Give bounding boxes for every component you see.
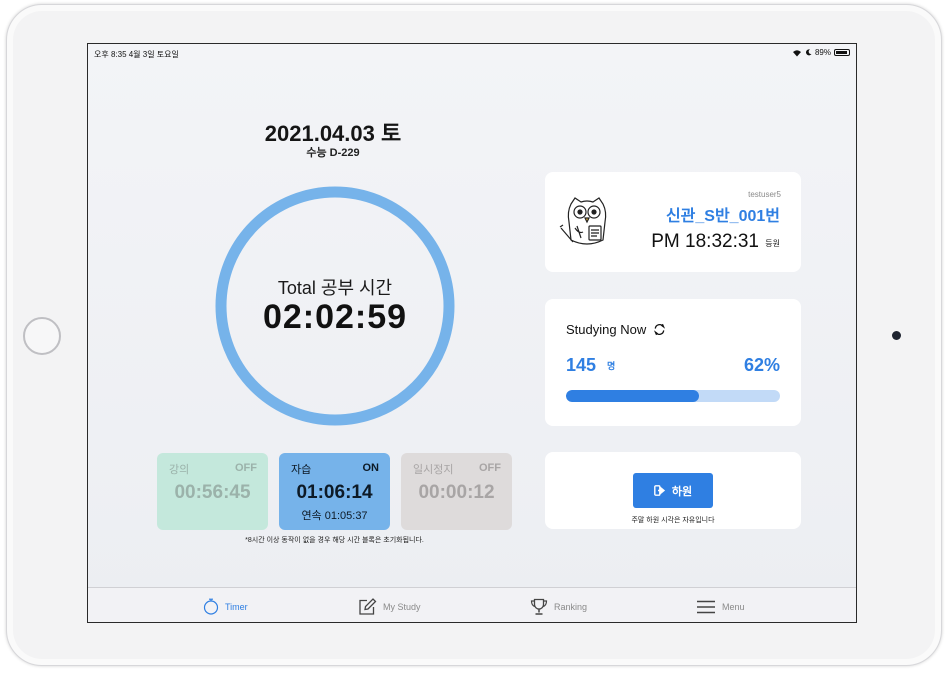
moon-icon	[805, 49, 812, 56]
studying-percent: 62%	[743, 355, 780, 375]
studying-progress-fill	[566, 390, 699, 402]
tab-menu[interactable]: Menu	[696, 588, 745, 622]
battery-percent: 89%	[814, 48, 831, 57]
status-time-date: 오후 8:35 4월 3일 토요일	[94, 50, 179, 59]
timer-time: 00:00:12	[418, 482, 495, 503]
tab-timer[interactable]: Timer	[203, 588, 248, 622]
checkout-note: 주말 하원 시각은 자유입니다	[631, 517, 715, 524]
home-button[interactable]	[23, 317, 61, 355]
timer-name: 일시정지	[413, 464, 454, 476]
checkin-label: 등원	[765, 239, 780, 248]
checkin-time: PM 18:32:31	[651, 231, 759, 252]
exam-dday: 수능 D-229	[306, 147, 360, 159]
hamburger-menu-icon	[697, 600, 715, 613]
timer-time: 01:06:14	[296, 482, 373, 503]
logout-icon	[653, 485, 665, 496]
stopwatch-icon	[203, 598, 219, 615]
tab-label: Menu	[722, 601, 745, 612]
checkout-button-label: 하원	[671, 485, 693, 498]
studying-now-card: Studying Now 145 명 62%	[545, 299, 801, 426]
profile-card: testuser5 신관_S반_001번 PM 18:32:31 등원	[545, 172, 801, 272]
wifi-icon	[792, 49, 801, 56]
owl-mascot-icon	[559, 197, 607, 245]
total-study-time: 02:02:59	[262, 298, 408, 336]
checkout-button[interactable]: 하원	[633, 473, 713, 508]
tab-label: My Study	[383, 601, 421, 612]
app-screen: 오후 8:35 4월 3일 토요일 89% 2021.04.03 토 수능 D-…	[87, 43, 857, 623]
tab-label: Ranking	[554, 601, 588, 612]
studying-progress-bar	[566, 390, 780, 402]
lecture-timer-box[interactable]: 강의 OFF 00:56:45	[157, 453, 268, 530]
timer-name: 자습	[291, 464, 312, 476]
total-study-label: Total 공부 시간	[277, 278, 393, 298]
studying-count: 145	[566, 355, 597, 375]
self-study-timer-box[interactable]: 자습 ON 01:06:14 연속 01:05:37	[279, 453, 390, 530]
refresh-icon[interactable]	[653, 323, 666, 336]
front-camera	[892, 331, 901, 340]
studying-now-header: Studying Now	[566, 322, 666, 337]
studying-now-title: Studying Now	[566, 322, 647, 337]
trophy-icon	[530, 598, 548, 615]
timer-name: 강의	[169, 464, 190, 476]
pencil-square-icon	[359, 597, 377, 615]
status-right: 89%	[792, 48, 850, 57]
timer-state: OFF	[235, 462, 257, 474]
bottom-tab-bar: Timer My Study Ranking Menu	[88, 587, 856, 622]
tab-my-study[interactable]: My Study	[358, 588, 421, 622]
status-bar: 오후 8:35 4월 3일 토요일 89%	[88, 44, 856, 64]
timer-state: ON	[362, 462, 380, 474]
reset-note: *8시간 이상 동작이 없을 경우 해당 시간 블록은 초기화됩니다.	[245, 537, 424, 544]
username: testuser5	[748, 190, 781, 199]
class-name: 신관_S반_001번	[665, 208, 780, 225]
studying-count-unit: 명	[607, 361, 616, 371]
timer-time: 00:56:45	[174, 482, 251, 503]
pause-timer-box[interactable]: 일시정지 OFF 00:00:12	[401, 453, 512, 530]
tab-ranking[interactable]: Ranking	[530, 588, 588, 622]
timer-state: OFF	[479, 462, 501, 474]
checkout-card: 하원 주말 하원 시각은 자유입니다	[545, 452, 801, 529]
battery-icon	[834, 49, 850, 56]
continuous-time: 연속 01:05:37	[301, 510, 368, 522]
tab-label: Timer	[225, 601, 248, 612]
